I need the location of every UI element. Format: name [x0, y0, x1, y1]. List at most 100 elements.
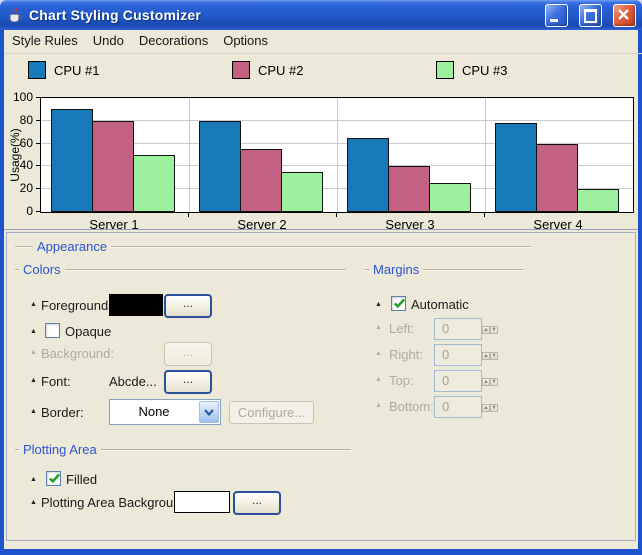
plot-area	[40, 97, 634, 213]
spinner-value: 0	[434, 396, 482, 418]
titlebar: Chart Styling Customizer	[0, 0, 642, 30]
spinner-up-icon: ▲	[482, 378, 490, 386]
filled-label: Filled	[66, 472, 97, 487]
x-category-label: Server 1	[40, 217, 188, 232]
border-marker-icon: ▲	[30, 407, 37, 417]
automatic-label: Automatic	[411, 297, 469, 312]
colors-group-title: Colors	[19, 262, 65, 277]
legend-label: CPU #1	[54, 63, 100, 78]
x-category-label: Server 2	[188, 217, 336, 232]
menu-item-undo[interactable]: Undo	[93, 33, 124, 53]
bar-server-3-cpu3	[429, 183, 471, 212]
background-marker-icon: ▲	[30, 348, 37, 358]
colors-group-line	[15, 269, 346, 270]
margin-field-label: Right:	[389, 347, 423, 362]
y-tick-label: 60	[6, 137, 33, 149]
legend-label: CPU #3	[462, 63, 508, 78]
foreground-color-button[interactable]: ...	[164, 294, 212, 318]
legend-swatch	[232, 61, 250, 79]
plotting-area-background-button[interactable]: ...	[233, 491, 281, 515]
y-tick-label: 100	[6, 91, 33, 103]
v-gridline	[189, 98, 190, 212]
margin-top-marker-icon: ▲	[375, 375, 382, 385]
spinner-value: 0	[434, 318, 482, 340]
filled-marker-icon: ▲	[30, 475, 37, 485]
plotting-area-background-swatch[interactable]	[174, 491, 230, 513]
opaque-checkbox[interactable]	[45, 323, 60, 338]
legend-swatch	[436, 61, 454, 79]
y-tick-label: 80	[6, 114, 33, 126]
automatic-checkbox[interactable]	[391, 296, 406, 311]
legend-item: CPU #3	[436, 61, 508, 79]
spinner-value: 0	[434, 370, 482, 392]
margin-field-label: Left:	[389, 321, 414, 336]
margin-top-spinner: 0▲▼	[434, 370, 496, 392]
font-marker-icon: ▲	[30, 376, 37, 386]
automatic-marker-icon: ▲	[375, 300, 382, 310]
y-tick-label: 40	[6, 159, 33, 171]
y-tick-mark	[36, 97, 40, 98]
margins-group-title: Margins	[369, 262, 423, 277]
bar-server-4-cpu2	[536, 144, 578, 212]
margin-bottom-marker-icon: ▲	[375, 401, 382, 411]
appearance-panel: Appearance Colors ▲ Foreground: ... ▲ Op…	[6, 232, 636, 541]
bar-server-4-cpu3	[577, 189, 619, 212]
spinner-buttons: ▲▼	[482, 370, 496, 392]
foreground-label: Foreground:	[41, 298, 112, 313]
border-select-value: None	[110, 400, 198, 424]
margin-right-marker-icon: ▲	[375, 349, 382, 359]
appearance-group-title: Appearance	[33, 239, 111, 254]
foreground-color-swatch[interactable]	[109, 294, 163, 316]
margin-bottom-spinner: 0▲▼	[434, 396, 496, 418]
spinner-down-icon: ▼	[490, 352, 498, 360]
bar-server-2-cpu2	[240, 149, 282, 212]
configure-button: Configure...	[229, 401, 314, 424]
margin-field-label: Top:	[389, 373, 414, 388]
background-label: Background:	[41, 346, 114, 361]
y-tick-mark	[36, 143, 40, 144]
window-body: Style RulesUndoDecorationsOptions Usage(…	[4, 30, 638, 549]
close-icon[interactable]	[613, 4, 636, 27]
y-tick-mark	[36, 120, 40, 121]
bar-server-2-cpu3	[281, 172, 323, 212]
margin-left-marker-icon: ▲	[375, 323, 382, 333]
minimize-icon[interactable]	[545, 4, 568, 27]
foreground-marker-icon: ▲	[30, 300, 37, 310]
window: Chart Styling Customizer Style Rules Undo…	[0, 0, 642, 555]
spinner-up-icon: ▲	[482, 352, 490, 360]
java-cup-icon	[7, 7, 24, 24]
v-gridline	[337, 98, 338, 212]
font-button[interactable]: ...	[164, 370, 212, 394]
font-label: Font:	[41, 374, 71, 389]
chevron-down-icon[interactable]	[199, 401, 219, 423]
spinner-down-icon: ▼	[490, 326, 498, 334]
font-sample-text: Abcde...	[109, 374, 157, 389]
y-tick-mark	[36, 188, 40, 189]
border-label: Border:	[41, 405, 84, 420]
border-select[interactable]: None	[109, 399, 221, 425]
spinner-down-icon: ▼	[490, 404, 498, 412]
margin-right-spinner: 0▲▼	[434, 344, 496, 366]
filled-checkbox[interactable]	[46, 471, 61, 486]
x-category-label: Server 3	[336, 217, 484, 232]
legend-label: CPU #2	[258, 63, 304, 78]
window-controls	[545, 4, 636, 27]
opaque-marker-icon: ▲	[30, 327, 37, 337]
plotting-area-background-marker-icon: ▲	[30, 498, 37, 508]
margin-field-label: Bottom:	[389, 399, 434, 414]
window-title: Chart Styling Customizer	[29, 7, 201, 23]
menu-item-options[interactable]: Options	[223, 33, 268, 53]
opaque-label: Opaque	[65, 324, 111, 339]
legend-swatch	[28, 61, 46, 79]
bar-server-1-cpu1	[51, 109, 93, 212]
plotting-area-background-label: Plotting Area Background:	[41, 495, 191, 510]
maximize-icon[interactable]	[579, 4, 602, 27]
plotting-area-group-title: Plotting Area	[19, 442, 101, 457]
bar-server-2-cpu1	[199, 121, 241, 212]
chart-panel: Usage(%) CPU #1CPU #2CPU #3020406080100S…	[4, 51, 638, 230]
menu-item-decorations[interactable]: Decorations	[139, 33, 208, 53]
bar-server-4-cpu1	[495, 123, 537, 212]
menu-item-style-rules[interactable]: Style Rules	[12, 33, 78, 53]
spinner-up-icon: ▲	[482, 404, 490, 412]
spinner-up-icon: ▲	[482, 326, 490, 334]
